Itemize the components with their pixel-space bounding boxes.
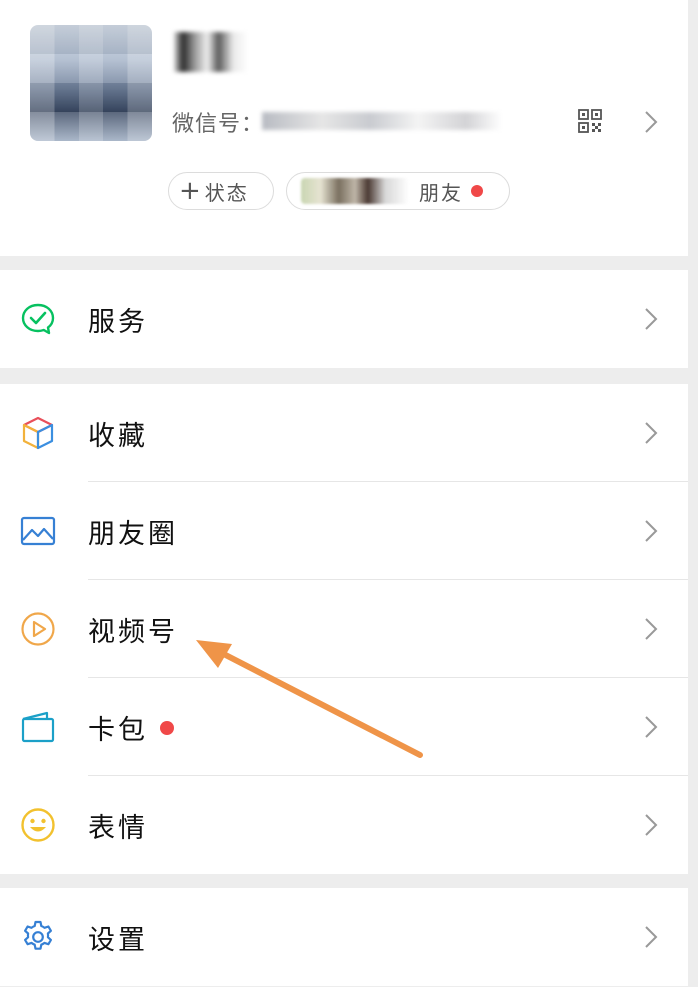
friends-label: 朋友 [419, 180, 463, 205]
card-package-label: 卡包 [88, 715, 148, 746]
qr-code-icon[interactable] [578, 109, 602, 133]
moments-image-icon [20, 516, 56, 546]
cube-icon [22, 416, 54, 450]
chevron-right-icon[interactable] [644, 110, 658, 134]
menu-item-moments[interactable]: 朋友圈 [0, 482, 688, 580]
chevron-right-icon [645, 422, 658, 444]
menu-item-stickers[interactable]: 表情 [0, 776, 688, 874]
moments-label: 朋友圈 [88, 519, 178, 550]
profile-header: 微信号： + 状态 朋友 [0, 0, 688, 256]
services-section: 服务 [0, 270, 688, 368]
notification-dot [471, 185, 483, 197]
settings-label: 设置 [88, 925, 148, 956]
chevron-right-icon [645, 716, 658, 738]
favorites-label: 收藏 [88, 421, 148, 452]
settings-section: 设置 [0, 888, 688, 986]
nickname-redacted [174, 32, 248, 72]
services-icon [21, 303, 55, 335]
chevron-right-icon [645, 618, 658, 640]
chevron-right-icon [645, 520, 658, 542]
chevron-right-icon [645, 926, 658, 948]
add-status-button[interactable]: + 状态 [168, 172, 274, 210]
services-label: 服务 [88, 307, 148, 338]
features-section: 收藏 朋友圈 视频号 卡包 表情 [0, 384, 688, 874]
chevron-right-icon [645, 814, 658, 836]
wechat-id-label: 微信号： [172, 112, 265, 137]
gear-icon [24, 920, 52, 950]
notification-dot [160, 721, 174, 735]
friend-avatars-redacted [301, 178, 409, 204]
wechat-id-redacted [262, 112, 502, 130]
plus-icon: + [179, 176, 201, 206]
play-circle-icon [21, 612, 55, 646]
menu-item-settings[interactable]: 设置 [0, 888, 688, 986]
friends-status-button[interactable]: 朋友 [286, 172, 510, 210]
menu-item-card-package[interactable]: 卡包 [0, 678, 688, 776]
menu-item-favorites[interactable]: 收藏 [0, 384, 688, 482]
smiley-icon [21, 808, 55, 842]
menu-item-channels[interactable]: 视频号 [0, 580, 688, 678]
menu-item-services[interactable]: 服务 [0, 270, 688, 368]
stickers-label: 表情 [88, 813, 148, 844]
avatar[interactable] [30, 25, 152, 141]
channels-label: 视频号 [88, 617, 178, 648]
chevron-right-icon [645, 308, 658, 330]
status-label: 状态 [204, 180, 249, 205]
wallet-card-icon [21, 711, 55, 743]
